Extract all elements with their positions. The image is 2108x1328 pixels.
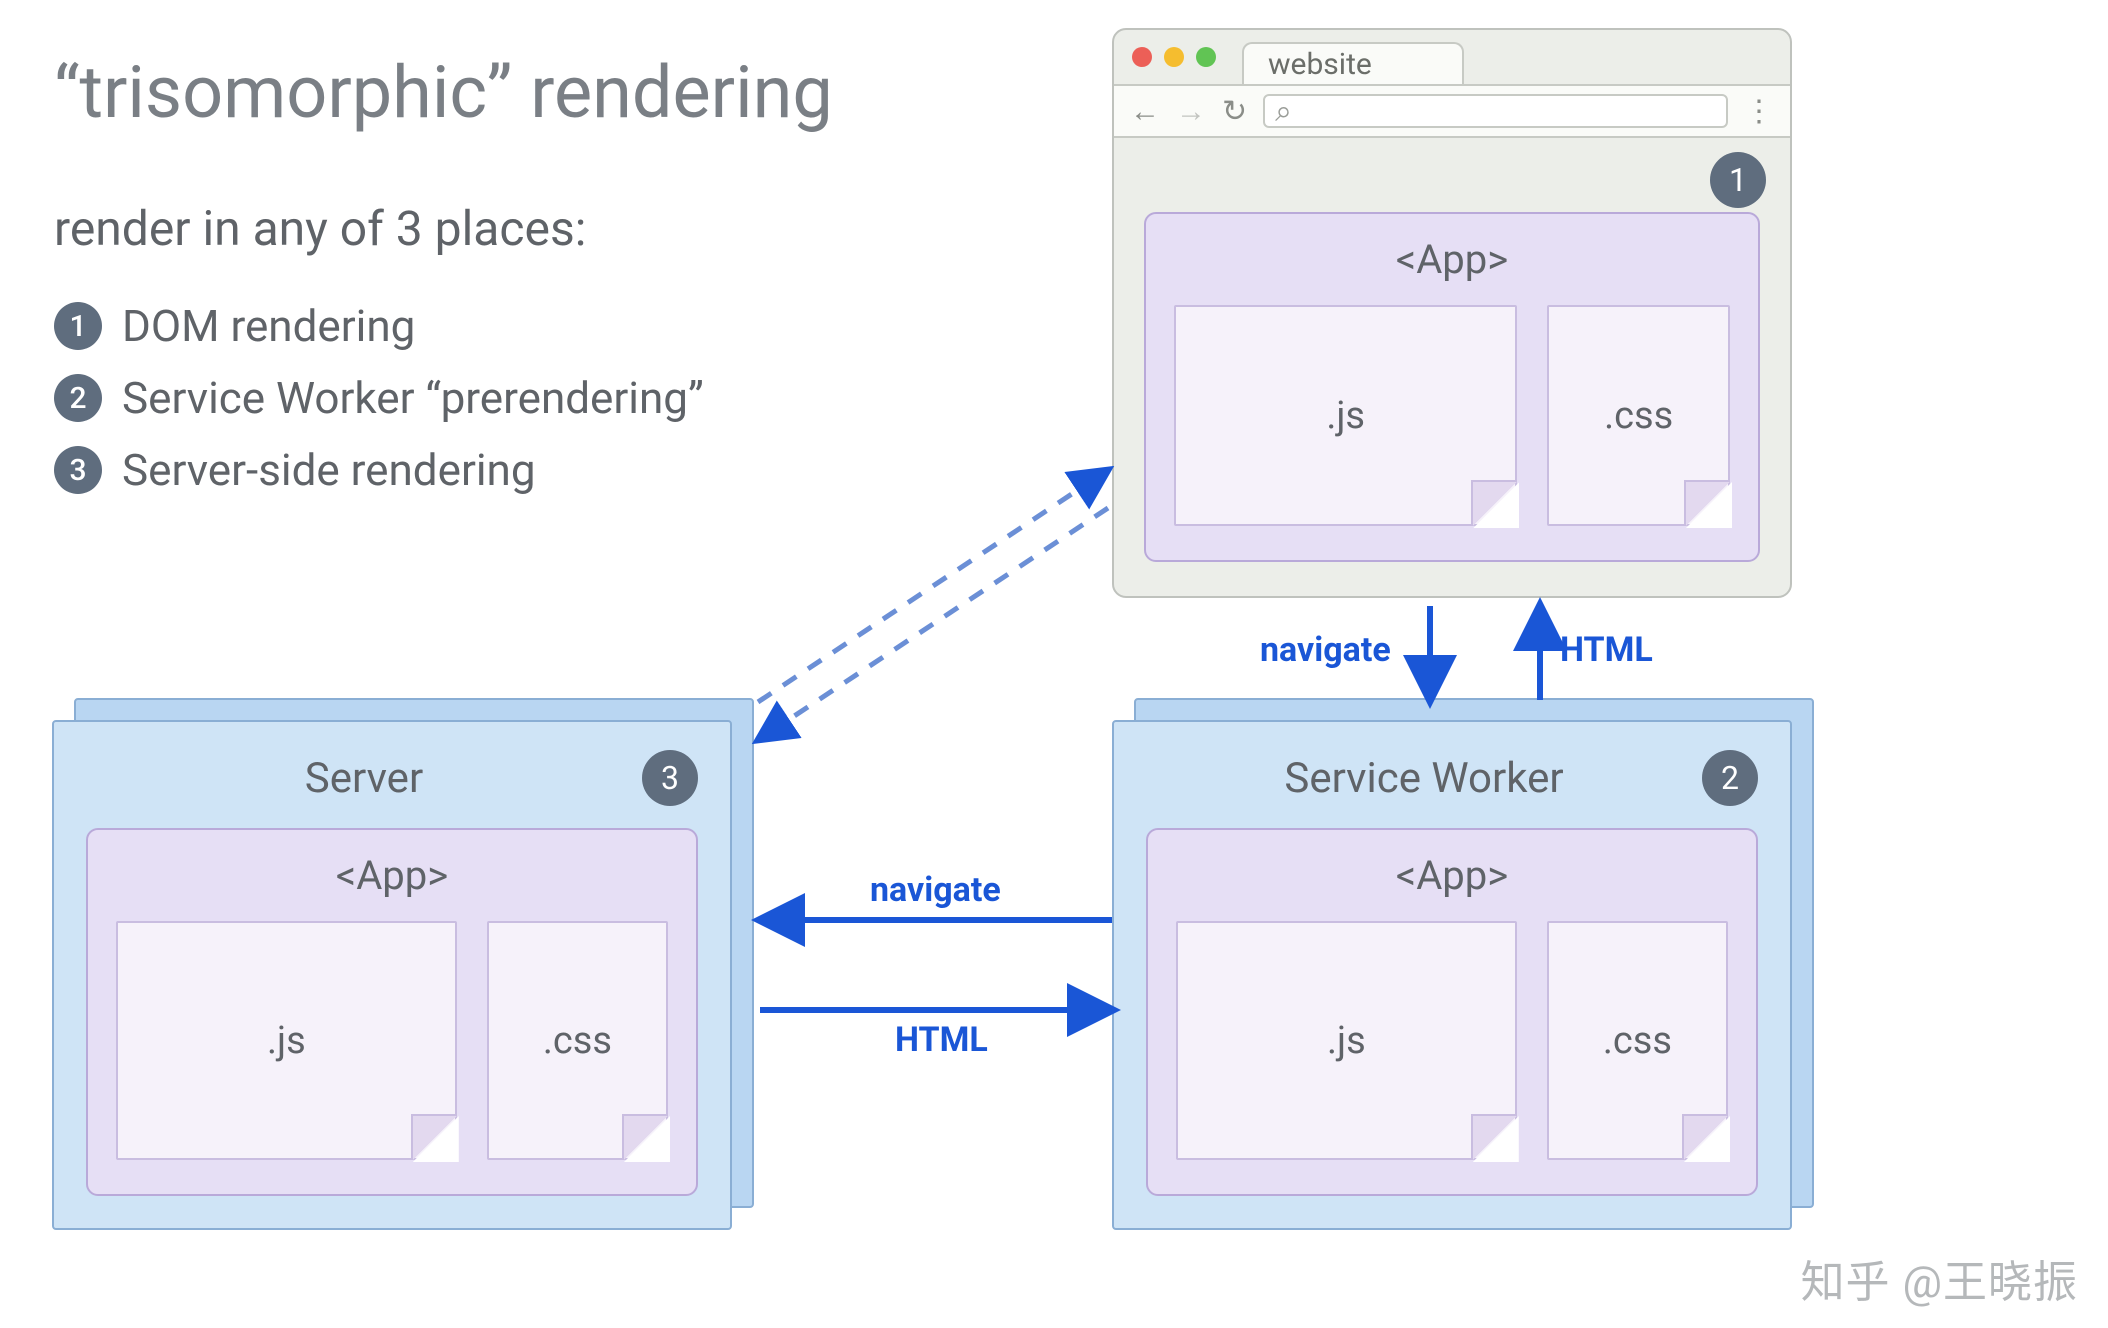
badge-sw-icon: 2 bbox=[1702, 750, 1758, 806]
watermark: 知乎 @王晓振 bbox=[1801, 1246, 2078, 1310]
app-component: <App> .js .css bbox=[1146, 828, 1758, 1196]
file-label: .css bbox=[1604, 394, 1673, 438]
maximize-icon[interactable] bbox=[1196, 47, 1216, 67]
browser-tabbar: website bbox=[1114, 30, 1790, 84]
app-component: <App> .js .css bbox=[1144, 212, 1760, 562]
service-worker-panel: Service Worker 2 <App> .js .css bbox=[1112, 720, 1792, 1230]
js-file-icon: .js bbox=[1174, 305, 1517, 526]
arrow-dashed-up-icon bbox=[758, 470, 1108, 702]
url-input[interactable]: ⌕ bbox=[1263, 94, 1728, 128]
browser-viewport: 1 <App> .js .css bbox=[1114, 138, 1790, 596]
css-file-icon: .css bbox=[1547, 921, 1728, 1160]
app-label: <App> bbox=[116, 852, 668, 899]
list-item: 2 Service Worker “prerendering” bbox=[54, 372, 704, 424]
badge-browser-icon: 1 bbox=[1710, 152, 1766, 208]
server-panel: Server 3 <App> .js .css bbox=[52, 720, 732, 1230]
badge-3-icon: 3 bbox=[54, 446, 102, 494]
minimize-icon[interactable] bbox=[1164, 47, 1184, 67]
list-item-label: DOM rendering bbox=[122, 300, 415, 352]
badge-server-icon: 3 bbox=[642, 750, 698, 806]
arrow-label-navigate: navigate bbox=[870, 870, 1001, 910]
file-label: .css bbox=[543, 1019, 612, 1063]
menu-icon[interactable]: ⋮ bbox=[1744, 94, 1774, 129]
badge-2-icon: 2 bbox=[54, 374, 102, 422]
forward-icon[interactable]: → bbox=[1176, 94, 1206, 129]
file-label: .js bbox=[1327, 1019, 1366, 1063]
file-label: .css bbox=[1603, 1019, 1672, 1063]
browser-window: website ← → ↻ ⌕ ⋮ 1 <App> .js .css bbox=[1112, 28, 1792, 598]
js-file-icon: .js bbox=[1176, 921, 1517, 1160]
close-icon[interactable] bbox=[1132, 47, 1152, 67]
browser-toolbar: ← → ↻ ⌕ ⋮ bbox=[1114, 84, 1790, 138]
page-title: “trisomorphic” rendering bbox=[54, 50, 833, 135]
app-component: <App> .js .css bbox=[86, 828, 698, 1196]
badge-1-icon: 1 bbox=[54, 302, 102, 350]
panel-title: Service Worker bbox=[1146, 754, 1702, 803]
panel-title: Server bbox=[86, 754, 642, 803]
arrow-label-html: HTML bbox=[1560, 630, 1653, 670]
arrow-label-navigate: navigate bbox=[1260, 630, 1391, 670]
arrow-dashed-down-icon bbox=[758, 508, 1108, 740]
search-icon: ⌕ bbox=[1275, 94, 1292, 129]
css-file-icon: .css bbox=[487, 921, 668, 1160]
list-item: 1 DOM rendering bbox=[54, 300, 704, 352]
back-icon[interactable]: ← bbox=[1130, 94, 1160, 129]
window-controls bbox=[1132, 47, 1216, 67]
arrow-label-html: HTML bbox=[895, 1020, 988, 1060]
file-label: .js bbox=[1326, 394, 1365, 438]
list-item-label: Service Worker “prerendering” bbox=[122, 372, 704, 424]
js-file-icon: .js bbox=[116, 921, 457, 1160]
reload-icon[interactable]: ↻ bbox=[1222, 94, 1247, 129]
list-item: 3 Server-side rendering bbox=[54, 444, 704, 496]
browser-tab[interactable]: website bbox=[1242, 42, 1464, 84]
list-item-label: Server-side rendering bbox=[122, 444, 536, 496]
file-label: .js bbox=[267, 1019, 306, 1063]
app-label: <App> bbox=[1176, 852, 1728, 899]
render-places-list: 1 DOM rendering 2 Service Worker “preren… bbox=[54, 280, 704, 496]
css-file-icon: .css bbox=[1547, 305, 1730, 526]
page-subtitle: render in any of 3 places: bbox=[54, 200, 586, 257]
app-label: <App> bbox=[1174, 236, 1730, 283]
